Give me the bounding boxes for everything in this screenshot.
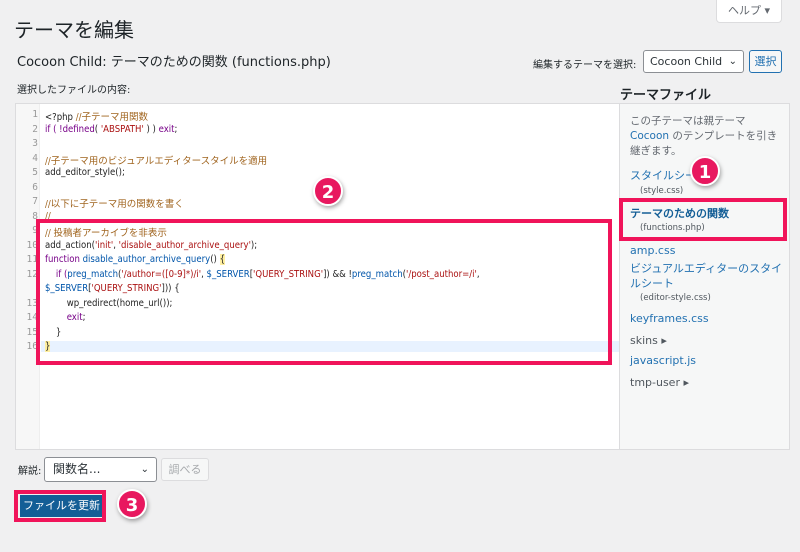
highlight-functions-file: [619, 198, 787, 241]
line-number: 13: [26, 297, 38, 309]
theme-select[interactable]: Cocoon Child ⌄: [643, 50, 744, 73]
line-number: 4: [32, 152, 38, 164]
file-name: (style.css): [640, 186, 684, 196]
desc-text: この子テーマは親テーマ: [630, 115, 746, 127]
folder-skins[interactable]: skins ▸: [630, 333, 667, 348]
code-token: 'ABSPATH': [100, 123, 144, 135]
step-badge-2: 2: [313, 176, 343, 206]
highlight-update-button: [14, 490, 106, 522]
code-line: //子テーマ用のビジュアルエディタースタイルを適用: [45, 153, 267, 167]
line-number: 9: [32, 225, 38, 236]
folder-tmp-user[interactable]: tmp-user ▸: [630, 375, 689, 390]
theme-select-value: Cocoon Child: [650, 55, 723, 68]
code-token: add_editor_style();: [45, 167, 125, 178]
select-theme-button[interactable]: 選択: [749, 50, 782, 73]
line-number: 7: [32, 196, 38, 207]
page-title: テーマを編集: [14, 18, 134, 42]
file-title: Cocoon Child: テーマのための関数 (functions.php): [17, 55, 331, 70]
function-name-select[interactable]: 関数名... ⌄: [44, 457, 157, 482]
theme-files-title: テーマファイル: [620, 88, 712, 103]
line-number: 5: [32, 167, 38, 178]
content-label: 選択したファイルの内容:: [17, 85, 131, 96]
code-token: if ( !: [45, 123, 63, 135]
code-line: //以下に子テーマ用の関数を書く: [45, 196, 184, 210]
function-select-value: 関数名...: [53, 462, 101, 476]
line-number: 16: [26, 341, 38, 352]
code-token: //以下に子テーマ用の関数を書く: [45, 199, 184, 210]
line-number: 2: [32, 123, 38, 135]
lookup-button[interactable]: 調べる: [161, 458, 209, 481]
code-token: //子テーマ用関数: [75, 112, 148, 123]
highlight-code: [36, 219, 612, 365]
chevron-down-icon: ⌄: [140, 464, 149, 475]
line-number: 10: [26, 239, 38, 251]
line-number: 11: [26, 254, 38, 265]
line-number: 6: [32, 181, 38, 193]
step-badge-3: 3: [117, 489, 147, 519]
code-line: add_editor_style();: [45, 167, 125, 178]
parent-theme-link[interactable]: Cocoon: [630, 130, 669, 142]
step-badge-1: 1: [690, 156, 720, 186]
documentation-label: 解説:: [18, 466, 42, 477]
line-number: 3: [32, 138, 38, 149]
file-link-javascript-js[interactable]: javascript.js: [630, 353, 696, 368]
code-line: <?php //子テーマ用関数: [45, 109, 148, 123]
file-name: (editor-style.css): [640, 293, 711, 303]
theme-description: この子テーマは親テーマ Cocoon のテンプレートを引き継ぎます。: [630, 114, 780, 159]
code-token: exit: [158, 123, 175, 135]
line-number: 14: [26, 312, 38, 323]
code-token: //子テーマ用のビジュアルエディタースタイルを適用: [45, 155, 268, 167]
line-number: 1: [32, 109, 38, 120]
chevron-down-icon: ⌄: [728, 56, 737, 67]
theme-select-label: 編集するテーマを選択:: [533, 60, 637, 71]
code-token: <?php: [45, 112, 76, 123]
code-token: defined: [62, 123, 95, 135]
line-number: 8: [32, 210, 38, 222]
file-link-editor-style-css[interactable]: ビジュアルエディターのスタイルシート: [630, 261, 790, 291]
help-button[interactable]: ヘルプ ▾: [716, 0, 782, 23]
file-link-keyframes-css[interactable]: keyframes.css: [630, 311, 709, 326]
code-line: if ( !defined( 'ABSPATH' ) ) exit;: [45, 124, 177, 135]
line-number: 12: [26, 268, 38, 280]
code-token: ;: [174, 123, 178, 135]
code-token: ) ): [143, 123, 159, 135]
file-link-amp-css[interactable]: amp.css: [630, 243, 675, 258]
line-number: 15: [26, 326, 38, 338]
